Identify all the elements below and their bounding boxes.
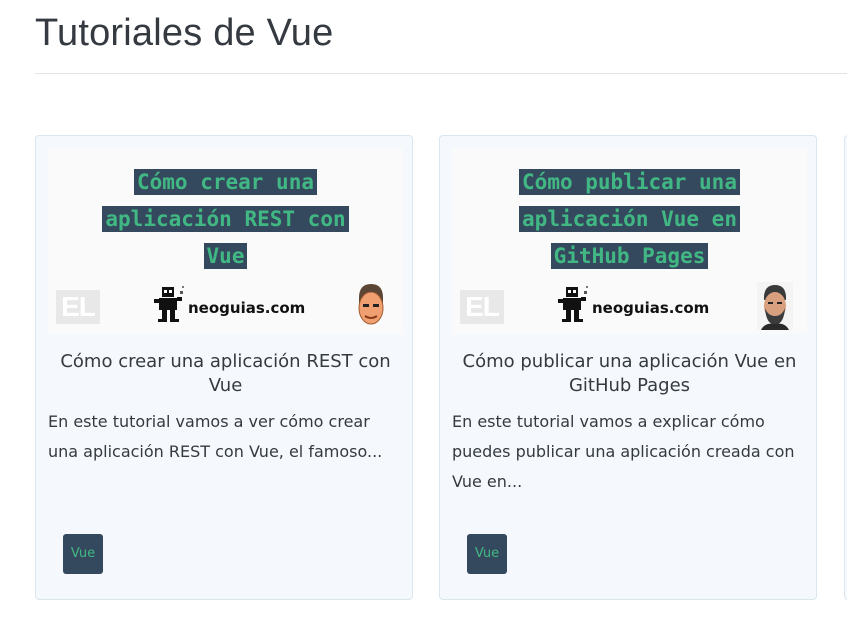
el-logo: EL <box>460 290 504 324</box>
tag-vue-button[interactable]: Vue <box>63 534 103 574</box>
thumbnail-headline-line: aplicación Vue en <box>519 206 740 232</box>
author-avatar-icon <box>757 282 793 330</box>
card-title[interactable]: Cómo crear una aplicación REST con Vue <box>48 350 403 398</box>
card-excerpt: En este tutorial vamos a ver cómo crear … <box>48 412 383 461</box>
card-excerpt: En este tutorial vamos a explicar cómo p… <box>452 412 795 491</box>
card-thumbnail[interactable]: Cómo publicar una aplicación Vue en GitH… <box>452 148 807 334</box>
thumbnail-headline-line: Cómo publicar una <box>519 169 740 195</box>
el-logo: EL <box>56 290 100 324</box>
tag-vue-button[interactable]: Vue <box>467 534 507 574</box>
author-avatar-icon <box>358 284 384 325</box>
title-divider <box>35 73 847 74</box>
thumbnail-headline-line: aplicación REST con <box>102 206 349 232</box>
tutorial-card[interactable]: Cómo publicar una aplicación Vue en GitH… <box>439 135 817 600</box>
tutorial-card[interactable]: Cómo crear una aplicación REST con Vue E… <box>35 135 413 600</box>
robot-mascot-icon <box>154 286 184 322</box>
thumbnail-headline-line: Cómo crear una <box>133 169 317 195</box>
thumbnail-headline: Cómo crear una aplicación REST con Vue <box>48 164 403 275</box>
thumbnail-headline: Cómo publicar una aplicación Vue en GitH… <box>452 164 807 275</box>
neoguias-brand: neoguias.com <box>152 284 305 324</box>
brand-name: neoguias.com <box>592 299 710 317</box>
thumbnail-headline-line: GitHub Pages <box>550 243 709 269</box>
page-title: Tutoriales de Vue <box>35 12 334 54</box>
robot-mascot-icon <box>558 286 588 322</box>
card-title[interactable]: Cómo publicar una aplicación Vue en GitH… <box>452 350 807 398</box>
brand-name: neoguias.com <box>188 299 306 317</box>
card-thumbnail[interactable]: Cómo crear una aplicación REST con Vue E… <box>48 148 403 334</box>
thumbnail-headline-line: Vue <box>203 243 248 269</box>
neoguias-brand: neoguias.com <box>556 284 709 324</box>
